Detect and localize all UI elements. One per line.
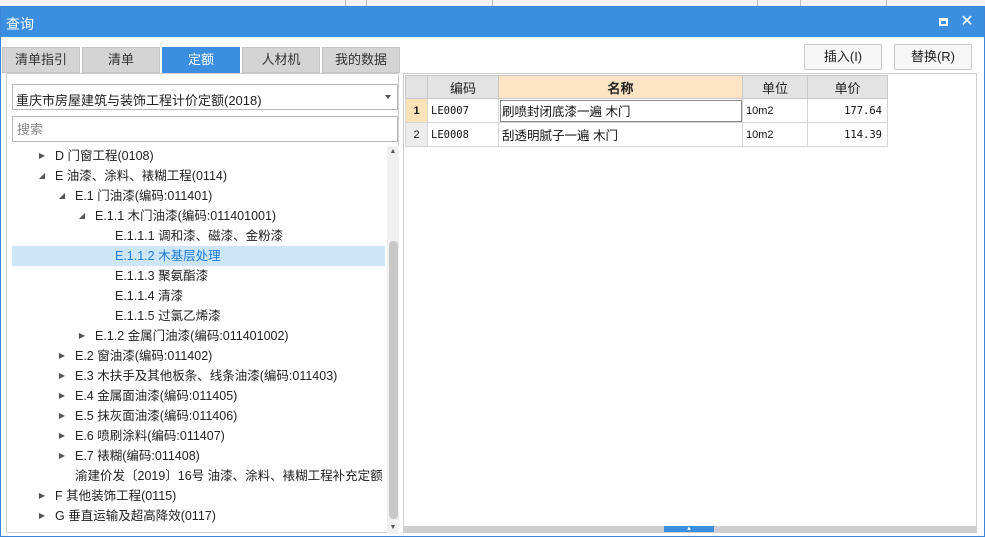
close-button[interactable]: ✕ <box>957 12 977 32</box>
tree-item-label: E.1.2 金属门油漆(编码:011401002) <box>95 329 289 343</box>
quota-library-select[interactable]: 重庆市房屋建筑与装饰工程计价定额(2018) <box>12 84 398 110</box>
tree-item[interactable]: ▶ E.2 窗油漆(编码:011402) <box>12 346 385 366</box>
insert-button[interactable]: 插入(I) <box>804 44 882 70</box>
column-header-name[interactable]: 名称 <box>498 75 743 99</box>
quota-library-value: 重庆市房屋建筑与装饰工程计价定额(2018) <box>16 93 262 108</box>
tree-item-label: E.1 门油漆(编码:011401) <box>75 189 213 203</box>
tree-item-label: E.4 金属面油漆(编码:011405) <box>75 389 238 403</box>
expand-arrow-icon[interactable]: ▶ <box>37 486 47 506</box>
tree-item-label: 渝建价发〔2019〕16号 油漆、涂料、裱糊工程补充定额 <box>75 469 383 483</box>
tree-scrollbar[interactable]: ▲ ▼ <box>387 146 399 534</box>
tree-item[interactable]: ▶ E.4 金属面油漆(编码:011405) <box>12 386 385 406</box>
tree-item[interactable]: ▶ E.7 裱糊(编码:011408) <box>12 446 385 466</box>
table-row[interactable]: 2 LE0008 刮透明腻子一遍 木门 10m2 114.39 <box>405 122 888 147</box>
chevron-down-icon <box>385 95 391 99</box>
expand-arrow-icon[interactable]: ▶ <box>57 346 67 366</box>
tree-item[interactable]: E.1.1.1 调和漆、磁漆、金粉漆 <box>12 226 385 246</box>
cell-unit[interactable]: 10m2 <box>742 98 808 123</box>
expand-arrow-icon[interactable]: ▶ <box>37 146 47 166</box>
scroll-thumb[interactable] <box>389 241 398 519</box>
tree-item-label: E.5 抹灰面油漆(编码:011406) <box>75 409 238 423</box>
expand-arrow-icon[interactable]: ▶ <box>57 446 67 466</box>
cell-price[interactable]: 177.64 <box>807 98 888 123</box>
tree-item-label: F 其他装饰工程(0115) <box>55 489 177 503</box>
quota-table: 编码 名称 单位 单价 1 LE0007 刷喷封闭底漆一遍 木门 10m2 17… <box>405 75 888 147</box>
tab-my-data[interactable]: 我的数据 <box>322 47 400 73</box>
tree-item[interactable]: ▶ D 门窗工程(0108) <box>12 146 385 166</box>
tree-item-label: E.1.1.5 过氯乙烯漆 <box>115 309 221 323</box>
tree-item[interactable]: ▶ G 垂直运输及超高降效(0117) <box>12 506 385 526</box>
tree-item[interactable]: ▶ E.6 喷刷涂料(编码:011407) <box>12 426 385 446</box>
tree-item-label: E.6 喷刷涂料(编码:011407) <box>75 429 225 443</box>
row-number: 2 <box>405 122 428 147</box>
expand-arrow-icon[interactable]: ▶ <box>57 366 67 386</box>
tree-item-label: G 垂直运输及超高降效(0117) <box>55 509 216 523</box>
window-title: 查询 <box>6 16 34 32</box>
maximize-button[interactable] <box>933 12 953 32</box>
tree-item[interactable]: ◢ E 油漆、涂料、裱糊工程(0114) <box>12 166 385 186</box>
query-dialog: 查询 ✕ 清单指引 清单 定额 人材机 我的数据 插入(I) 替换(R) 重庆市… <box>0 6 985 537</box>
tree-item-label: E 油漆、涂料、裱糊工程(0114) <box>55 169 228 183</box>
tree-item-label: E.3 木扶手及其他板条、线条油漆(编码:011403) <box>75 369 338 383</box>
table-row-selected[interactable]: 1 LE0007 刷喷封闭底漆一遍 木门 10m2 177.64 <box>405 98 888 123</box>
cell-name[interactable]: 刮透明腻子一遍 木门 <box>498 122 743 147</box>
tree-item-label: E.1.1.2 木基层处理 <box>115 249 221 263</box>
tree-item[interactable]: ▶ E.3 木扶手及其他板条、线条油漆(编码:011403) <box>12 366 385 386</box>
chapter-tree: ▶ D 门窗工程(0108) ◢ E 油漆、涂料、裱糊工程(0114) ◢ E.… <box>7 144 385 532</box>
tab-quota[interactable]: 定额 <box>162 47 240 73</box>
expand-arrow-icon[interactable]: ▶ <box>37 506 47 526</box>
tree-item[interactable]: E.1.1.3 聚氨酯漆 <box>12 266 385 286</box>
splitter-handle-icon[interactable]: ▲ <box>664 526 714 532</box>
tree-item[interactable]: ▶ F 其他装饰工程(0115) <box>12 486 385 506</box>
scroll-down-icon[interactable]: ▼ <box>387 522 399 534</box>
tree-item-label: E.1.1.3 聚氨酯漆 <box>115 269 209 283</box>
row-number-header <box>405 75 428 99</box>
tab-labor-material-machine[interactable]: 人材机 <box>242 47 320 73</box>
collapse-arrow-icon[interactable]: ◢ <box>77 206 87 226</box>
tree-item-label: D 门窗工程(0108) <box>55 149 154 163</box>
tree-item-label: E.1.1.1 调和漆、磁漆、金粉漆 <box>115 229 284 243</box>
tree-item-label: E.1.1 木门油漆(编码:011401001) <box>95 209 277 223</box>
tree-item[interactable]: E.1.1.5 过氯乙烯漆 <box>12 306 385 326</box>
tree-item-label: E.2 窗油漆(编码:011402) <box>75 349 213 363</box>
replace-button[interactable]: 替换(R) <box>894 44 972 70</box>
search-input[interactable] <box>12 116 398 142</box>
tree-item[interactable]: ▶ E.5 抹灰面油漆(编码:011406) <box>12 406 385 426</box>
expand-arrow-icon[interactable]: ▶ <box>77 326 87 346</box>
tab-bill[interactable]: 清单 <box>82 47 160 73</box>
left-panel: 重庆市房屋建筑与装饰工程计价定额(2018) ▶ D 门窗工程(0108) ◢ … <box>6 73 399 534</box>
expand-arrow-icon[interactable]: ▶ <box>57 386 67 406</box>
cell-name[interactable]: 刷喷封闭底漆一遍 木门 <box>498 98 743 123</box>
quota-grid-panel: 编码 名称 单位 单价 1 LE0007 刷喷封闭底漆一遍 木门 10m2 17… <box>403 73 977 533</box>
tree-item[interactable]: E.1.1.4 清漆 <box>12 286 385 306</box>
cell-price[interactable]: 114.39 <box>807 122 888 147</box>
maximize-icon <box>938 17 948 26</box>
close-icon: ✕ <box>960 13 974 30</box>
column-header-code[interactable]: 编码 <box>427 75 499 99</box>
tree-item[interactable]: ▶ E.1.2 金属门油漆(编码:011401002) <box>12 326 385 346</box>
tab-list-guide[interactable]: 清单指引 <box>2 47 80 73</box>
column-header-price[interactable]: 单价 <box>807 75 888 99</box>
tree-item-selected[interactable]: E.1.1.2 木基层处理 <box>12 246 385 266</box>
tree-item-label: E.1.1.4 清漆 <box>115 289 184 303</box>
tree-item[interactable]: 渝建价发〔2019〕16号 油漆、涂料、裱糊工程补充定额 <box>12 466 385 486</box>
tree-item[interactable]: ◢ E.1.1 木门油漆(编码:011401001) <box>12 206 385 226</box>
expand-arrow-icon[interactable]: ▶ <box>57 406 67 426</box>
expand-arrow-icon[interactable]: ▶ <box>57 426 67 446</box>
cell-code[interactable]: LE0007 <box>427 98 499 123</box>
tree-item-label: E.7 裱糊(编码:011408) <box>75 449 200 463</box>
row-number: 1 <box>405 98 428 123</box>
column-header-unit[interactable]: 单位 <box>742 75 808 99</box>
table-header-row: 编码 名称 单位 单价 <box>405 75 888 99</box>
collapse-arrow-icon[interactable]: ◢ <box>57 186 67 206</box>
tree-item[interactable]: ◢ E.1 门油漆(编码:011401) <box>12 186 385 206</box>
bottom-splitter-bar[interactable]: ▲ <box>404 526 976 532</box>
title-bar: 查询 ✕ <box>1 7 984 37</box>
collapse-arrow-icon[interactable]: ◢ <box>37 166 47 186</box>
cell-code[interactable]: LE0008 <box>427 122 499 147</box>
cell-unit[interactable]: 10m2 <box>742 122 808 147</box>
scroll-up-icon[interactable]: ▲ <box>387 146 399 158</box>
